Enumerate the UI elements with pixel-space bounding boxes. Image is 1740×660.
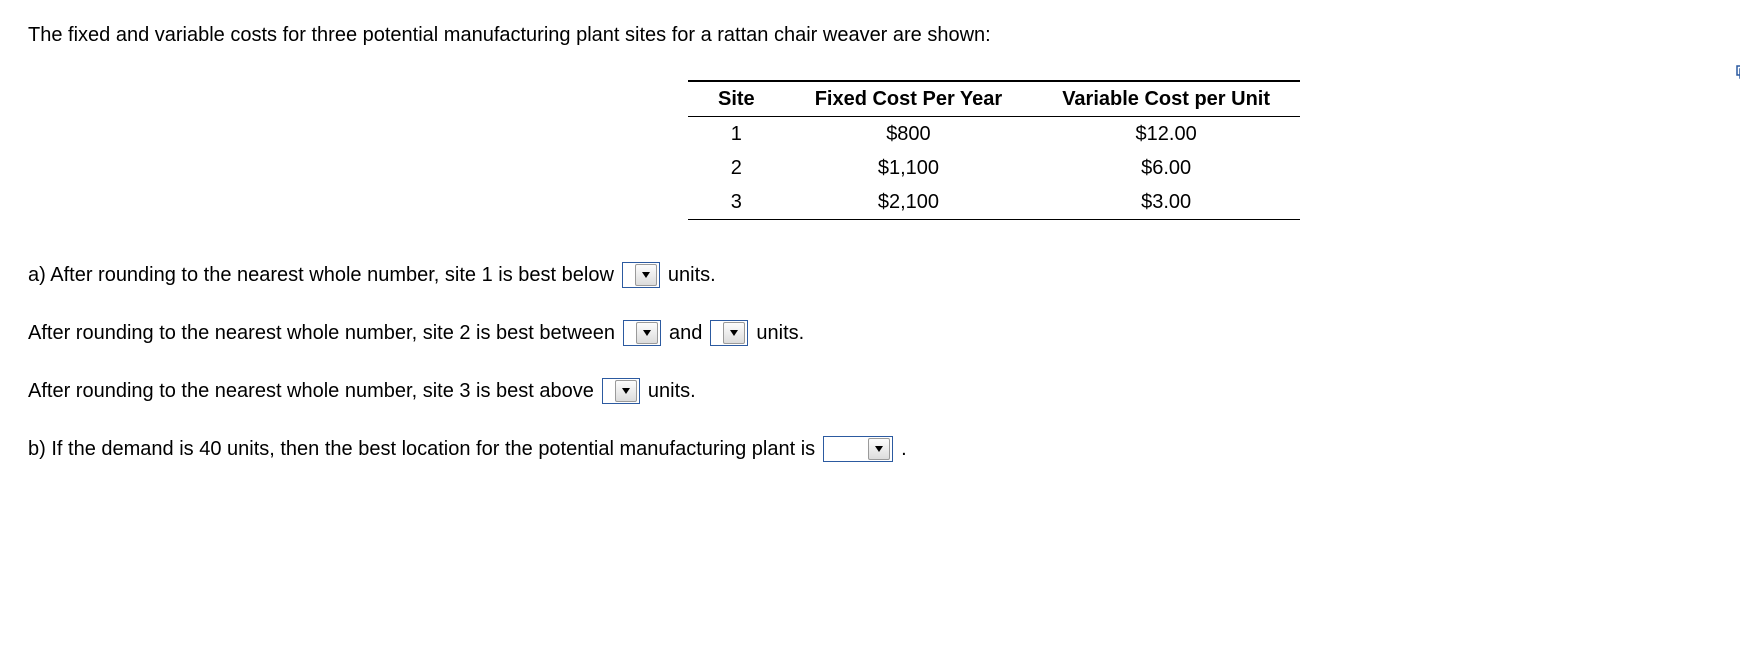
col-fixed: Fixed Cost Per Year [785,81,1033,117]
site1-units-dropdown[interactable] [622,262,660,288]
col-site: Site [688,81,785,117]
question-text: units. [648,376,696,406]
cell-fixed: $800 [785,117,1033,152]
question-a3: After rounding to the nearest whole numb… [28,376,1712,406]
cell-var: $12.00 [1032,117,1300,152]
chevron-down-icon [635,264,657,286]
question-a1: a) After rounding to the nearest whole n… [28,260,1712,290]
best-location-dropdown[interactable] [823,436,893,462]
table-row: 2 $1,100 $6.00 [688,151,1300,185]
chevron-down-icon [615,380,637,402]
chevron-down-icon [868,438,890,460]
cell-site: 3 [688,185,785,220]
cell-site: 2 [688,151,785,185]
chevron-down-icon [636,322,658,344]
question-text: . [901,434,907,464]
question-text: and [669,318,702,348]
copy-icon[interactable] [1734,60,1740,90]
cost-table: Site Fixed Cost Per Year Variable Cost p… [688,80,1300,220]
site2-upper-dropdown[interactable] [710,320,748,346]
col-var: Variable Cost per Unit [1032,81,1300,117]
question-text: After rounding to the nearest whole numb… [28,318,615,348]
site3-units-dropdown[interactable] [602,378,640,404]
question-text: After rounding to the nearest whole numb… [28,376,594,406]
cost-table-container: Site Fixed Cost Per Year Variable Cost p… [688,80,1712,220]
cell-site: 1 [688,117,785,152]
intro-text: The fixed and variable costs for three p… [28,20,1712,50]
table-row: 1 $800 $12.00 [688,117,1300,152]
chevron-down-icon [723,322,745,344]
table-row: 3 $2,100 $3.00 [688,185,1300,220]
question-text: units. [668,260,716,290]
cell-fixed: $1,100 [785,151,1033,185]
cell-fixed: $2,100 [785,185,1033,220]
question-text: units. [756,318,804,348]
cell-var: $6.00 [1032,151,1300,185]
question-text: b) If the demand is 40 units, then the b… [28,434,815,464]
site2-lower-dropdown[interactable] [623,320,661,346]
cell-var: $3.00 [1032,185,1300,220]
question-text: a) After rounding to the nearest whole n… [28,260,614,290]
question-a2: After rounding to the nearest whole numb… [28,318,1712,348]
question-b: b) If the demand is 40 units, then the b… [28,434,1712,464]
